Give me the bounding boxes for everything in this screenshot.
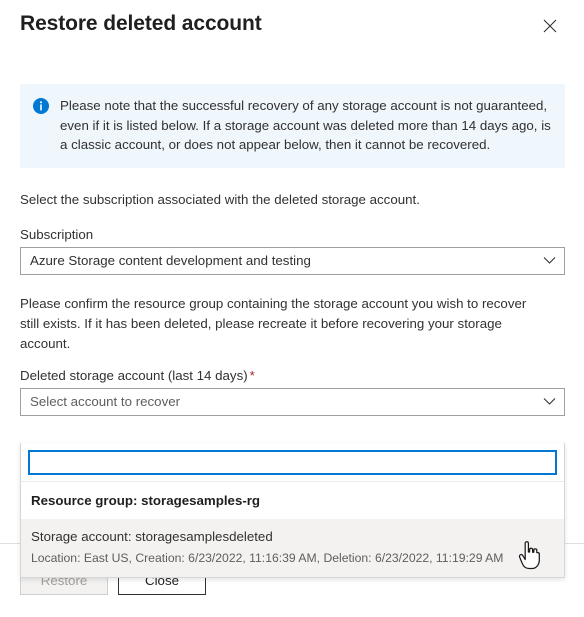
subscription-select[interactable]: Azure Storage content development and te… <box>20 246 565 275</box>
close-button[interactable] <box>536 12 564 40</box>
list-item[interactable]: Storage account: storagesamplesdeleted L… <box>21 519 564 577</box>
info-banner-text: Please note that the successful recovery… <box>60 98 551 152</box>
deleted-account-select[interactable]: Select account to recover <box>20 387 565 416</box>
dropdown-search-wrap <box>21 443 564 481</box>
dropdown-group-header: Resource group: storagesamples-rg <box>21 482 564 519</box>
panel-header: Restore deleted account <box>0 0 584 62</box>
deleted-account-dropdown: Resource group: storagesamples-rg Storag… <box>20 443 565 578</box>
subscription-intro-text: Select the subscription associated with … <box>20 191 420 207</box>
required-asterisk: * <box>249 367 255 383</box>
restore-deleted-account-panel: Restore deleted account Please note that… <box>0 0 584 617</box>
deleted-account-label: Deleted storage account (last 14 days) * <box>20 368 564 384</box>
search-input[interactable] <box>28 450 557 475</box>
option-details: Location: East US, Creation: 6/23/2022, … <box>31 551 504 565</box>
page-title: Restore deleted account <box>20 12 262 35</box>
close-icon <box>543 19 557 33</box>
option-title: Storage account: storagesamplesdeleted <box>31 529 273 544</box>
deleted-account-label-text: Deleted storage account (last 14 days) <box>20 367 248 383</box>
panel-body: Please note that the successful recovery… <box>0 62 584 578</box>
info-banner: Please note that the successful recovery… <box>20 84 565 168</box>
chevron-down-icon <box>534 397 564 406</box>
deleted-account-select-value: Select account to recover <box>30 394 181 409</box>
chevron-down-icon <box>534 256 564 265</box>
subscription-select-value: Azure Storage content development and te… <box>30 253 311 268</box>
info-icon <box>33 98 49 114</box>
subscription-label: Subscription <box>20 226 94 242</box>
resource-group-note-text: Please confirm the resource group contai… <box>20 295 527 351</box>
